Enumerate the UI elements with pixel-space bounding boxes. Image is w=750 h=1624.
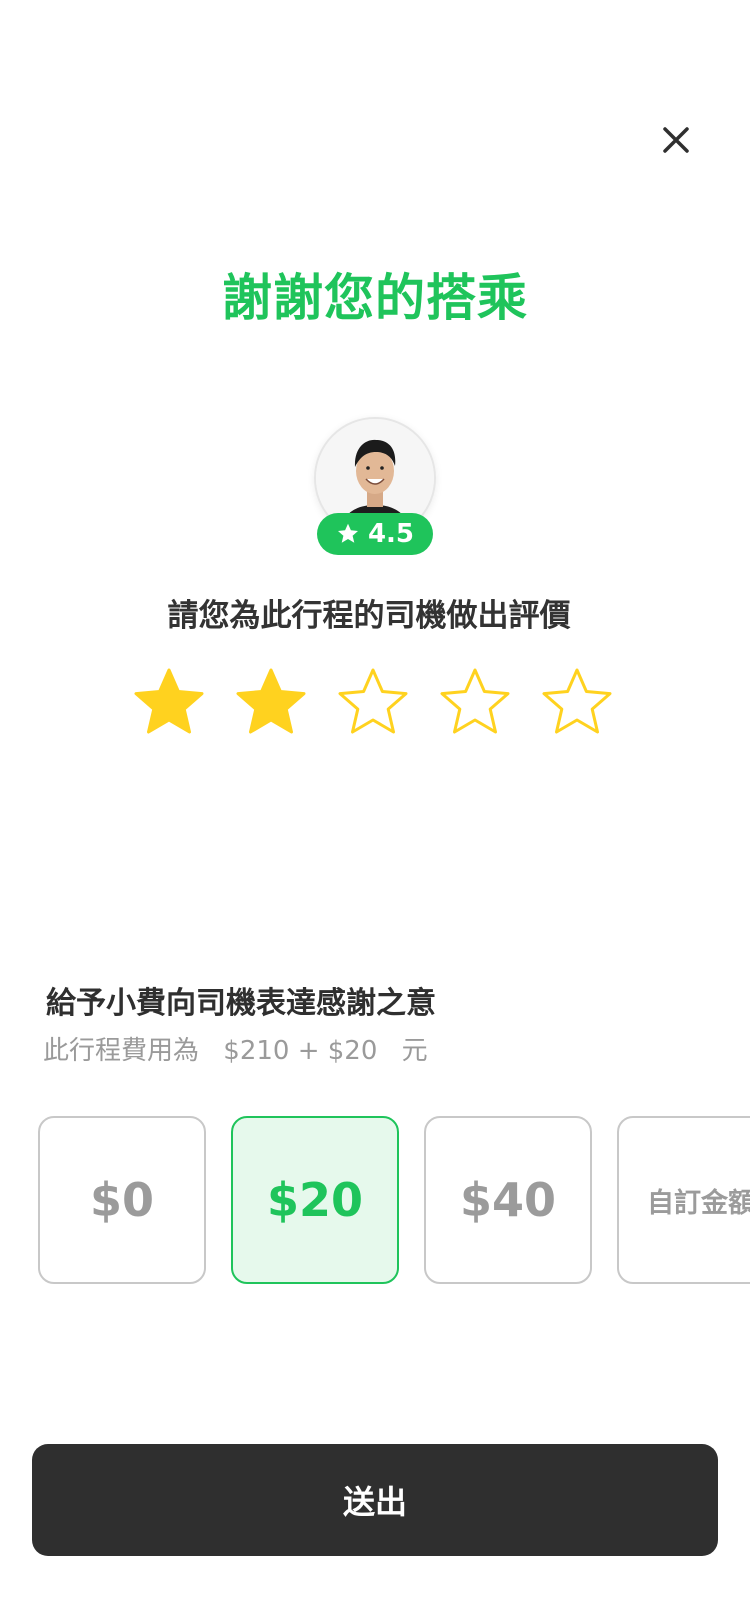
star-3-outline-icon[interactable] [334,666,412,744]
fare-amount: $210 + $20 [223,1036,378,1066]
driver-rating-badge: 4.5 [317,513,433,555]
close-icon [663,127,689,153]
star-icon [337,523,358,543]
rating-prompt: 請您為此行程的司機做出評價 [167,598,571,634]
fare-prefix: 此行程費用為 [43,1036,200,1066]
tip-option-20[interactable]: $20 [231,1116,399,1284]
driver-profile: 4.5 [314,417,436,557]
tip-option-40[interactable]: $40 [424,1116,592,1284]
fare-summary: 此行程費用為 $210 + $20 元 [43,1030,444,1067]
submit-button[interactable]: 送出 [32,1444,718,1556]
driver-rating-value: 4.5 [367,519,415,549]
tip-option-custom[interactable]: 自訂金額 [617,1116,750,1284]
star-4-outline-icon[interactable] [436,666,514,744]
tip-title: 給予小費向司機表達感謝之意 [46,986,436,1021]
tip-option-0[interactable]: $0 [38,1116,206,1284]
rating-screen: 謝謝您的搭乘 4.5 請您為此行程的司機做出評價 給予小費向司機表達感謝之意 此… [0,0,750,1624]
close-button[interactable] [654,118,698,162]
star-2-filled-icon[interactable] [232,666,310,744]
tip-options: $0 $20 $40 自訂金額 [38,1116,750,1284]
page-title: 謝謝您的搭乘 [222,269,528,327]
star-rating [130,666,616,744]
star-1-filled-icon[interactable] [130,666,208,744]
fare-suffix: 元 [401,1036,428,1066]
star-5-outline-icon[interactable] [538,666,616,744]
